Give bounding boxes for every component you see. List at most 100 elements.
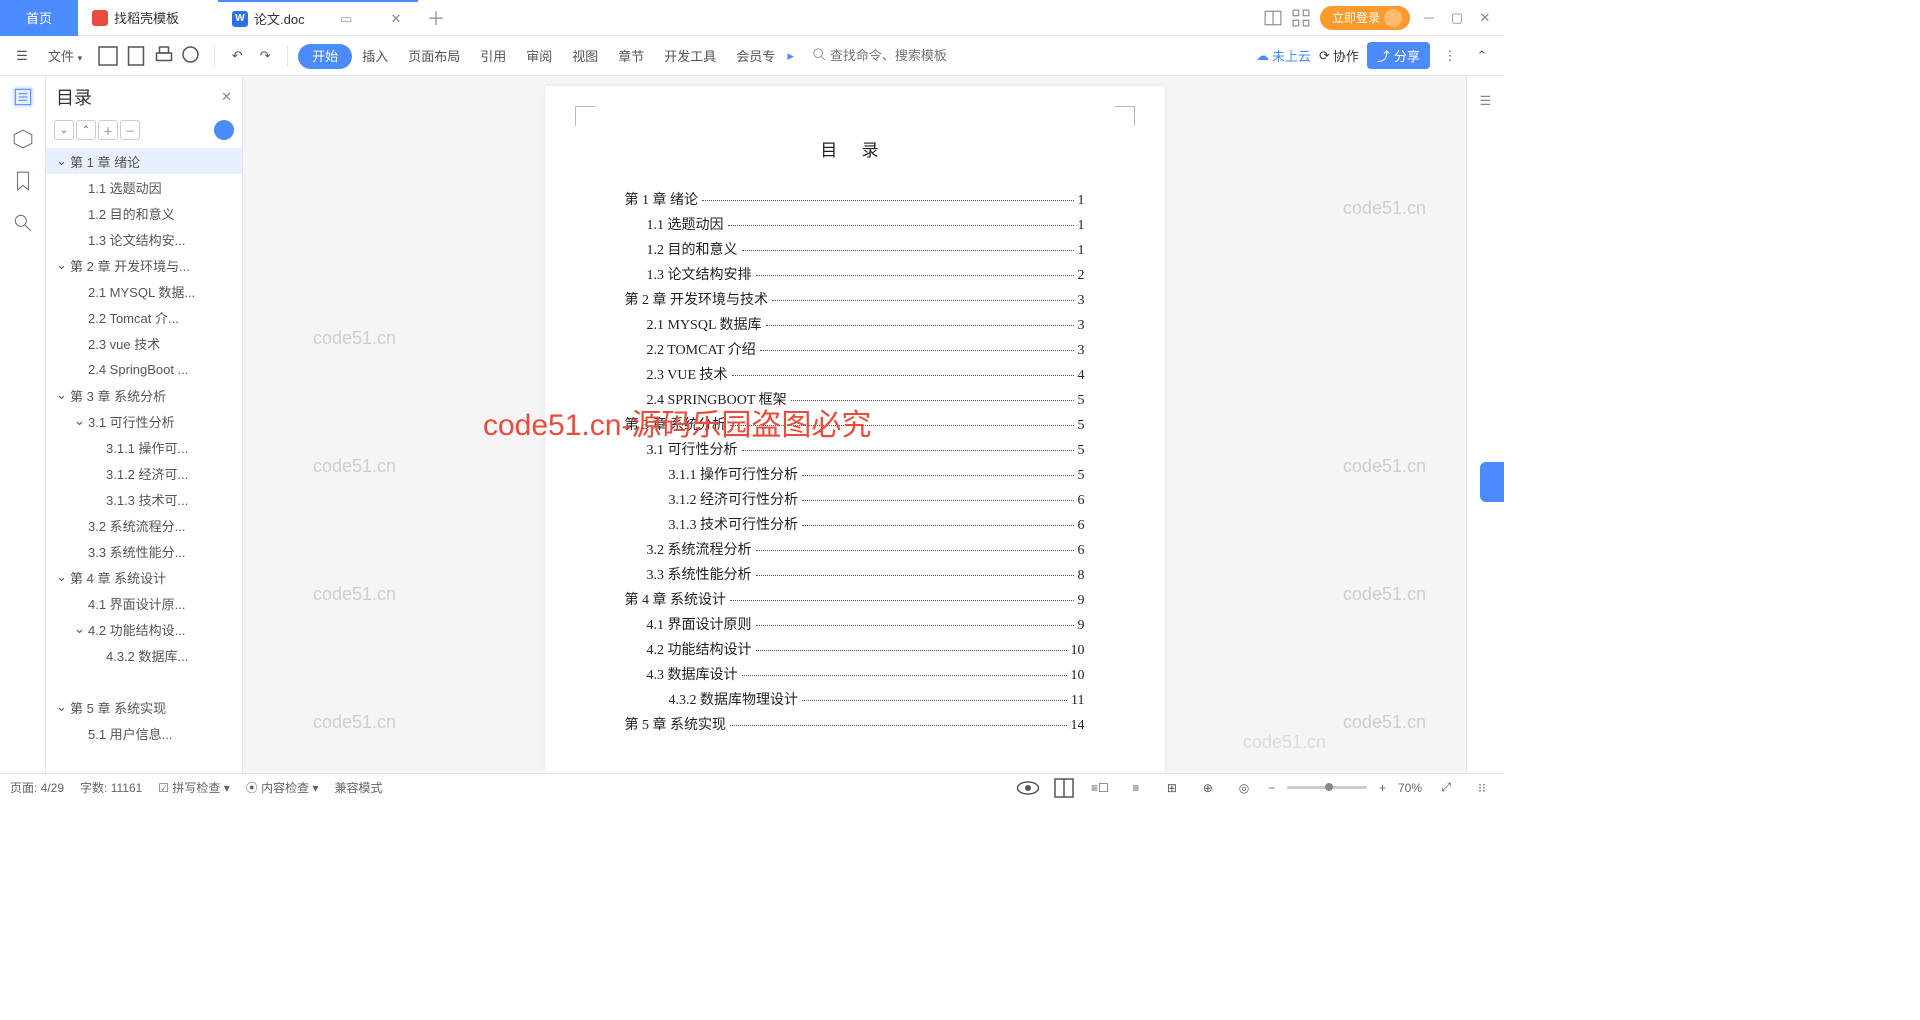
- tab-document[interactable]: W 论文.doc ▭ ✕: [218, 0, 418, 36]
- zoom-out-button[interactable]: −: [1268, 781, 1275, 795]
- outline-rail-icon[interactable]: [12, 86, 34, 108]
- close-icon[interactable]: ✕: [388, 11, 404, 27]
- word-count[interactable]: 字数: 11161: [80, 779, 142, 796]
- menu-会员专[interactable]: 会员专: [726, 43, 785, 70]
- outline-item[interactable]: ⌄第 3 章 系统分析: [46, 382, 242, 408]
- menu-视图[interactable]: 视图: [562, 43, 608, 70]
- zoom-slider[interactable]: [1287, 786, 1367, 789]
- expand-all-button[interactable]: ⌃: [76, 120, 96, 140]
- toc-row: 1.1 选题动因1: [625, 214, 1085, 234]
- toc-row: 3.1.3 技术可行性分析6: [625, 514, 1085, 534]
- document-canvas[interactable]: code51.cn code51.cn code51.cn code51.cn …: [243, 76, 1466, 773]
- add-tab-button[interactable]: ＋: [418, 0, 454, 36]
- menu-插入[interactable]: 插入: [352, 43, 398, 70]
- menu-开发工具[interactable]: 开发工具: [654, 43, 726, 70]
- panel-toggle-icon[interactable]: ☰: [1467, 76, 1504, 126]
- cloud-status[interactable]: ☁ 未上云: [1256, 46, 1311, 65]
- outline-item[interactable]: ⌄第 4 章 系统设计: [46, 564, 242, 590]
- bookmark-rail-icon[interactable]: [12, 170, 34, 192]
- preview-icon[interactable]: [180, 44, 204, 68]
- toc-row: 4.3 数据库设计10: [625, 664, 1085, 684]
- minimize-icon[interactable]: ─: [1420, 9, 1438, 27]
- document-page: 目 录 第 1 章 绪论11.1 选题动因11.2 目的和意义11.3 论文结构…: [545, 86, 1165, 773]
- outline-item[interactable]: 1.1 选题动因: [46, 174, 242, 200]
- eye-icon[interactable]: [1016, 776, 1040, 800]
- collab-button[interactable]: ⟳ 协作: [1319, 46, 1359, 65]
- page-indicator[interactable]: 页面: 4/29: [10, 779, 64, 796]
- sidebar-close-icon[interactable]: ✕: [221, 89, 232, 105]
- box-rail-icon[interactable]: [12, 128, 34, 150]
- outline-item[interactable]: 3.1.3 技术可...: [46, 486, 242, 512]
- login-button[interactable]: 立即登录: [1320, 6, 1410, 30]
- book-icon[interactable]: [1052, 776, 1076, 800]
- toc-row: 2.3 VUE 技术4: [625, 364, 1085, 384]
- target-icon[interactable]: ◎: [1232, 776, 1256, 800]
- apps-icon[interactable]: [1292, 9, 1310, 27]
- outline-item[interactable]: 3.3 系统性能分...: [46, 538, 242, 564]
- close-window-icon[interactable]: ✕: [1476, 9, 1494, 27]
- tab-monitor-icon[interactable]: ▭: [340, 11, 352, 27]
- toc-row: 2.4 SPRINGBOOT 框架5: [625, 389, 1085, 409]
- outline-item[interactable]: 4.3.2 数据库...: [46, 642, 242, 668]
- layout-icon[interactable]: [1264, 9, 1282, 27]
- compat-mode: 兼容模式: [334, 779, 382, 796]
- tab-home[interactable]: 首页: [0, 0, 78, 36]
- search-rail-icon[interactable]: [12, 212, 34, 234]
- outline-item[interactable]: 2.4 SpringBoot ...: [46, 356, 242, 382]
- outline-item[interactable]: ⌄4.2 功能结构设...: [46, 616, 242, 642]
- spellcheck-button[interactable]: ☑ 拼写检查 ▾: [158, 779, 229, 796]
- add-level-button[interactable]: ＋: [98, 120, 118, 140]
- collapse-icon[interactable]: ⌃: [1470, 44, 1494, 68]
- outline-item[interactable]: 2.2 Tomcat 介...: [46, 304, 242, 330]
- tab-label: 论文.doc: [254, 9, 305, 28]
- redo-icon[interactable]: ↷: [253, 44, 277, 68]
- paste-icon[interactable]: [124, 44, 148, 68]
- settings-icon[interactable]: ⁝⁝: [1470, 776, 1494, 800]
- sync-icon[interactable]: [214, 120, 234, 140]
- globe-icon[interactable]: ⊕: [1196, 776, 1220, 800]
- view-layout-icon[interactable]: ⊞: [1160, 776, 1184, 800]
- view-web-icon[interactable]: ≡: [1124, 776, 1148, 800]
- outline-item[interactable]: 3.1.2 经济可...: [46, 460, 242, 486]
- outline-item[interactable]: ⌄第 1 章 绪论: [46, 148, 242, 174]
- outline-item[interactable]: 2.1 MYSQL 数据...: [46, 278, 242, 304]
- avatar-icon: [1384, 9, 1402, 27]
- outline-item[interactable]: ⌄第 2 章 开发环境与...: [46, 252, 242, 278]
- content-check-button[interactable]: ⦿ 内容检查 ▾: [246, 779, 319, 796]
- search-input[interactable]: [830, 48, 960, 63]
- outline-item[interactable]: 4.1 界面设计原...: [46, 590, 242, 616]
- toc-row: 2.2 TOMCAT 介绍3: [625, 339, 1085, 359]
- menu-开始[interactable]: 开始: [298, 44, 352, 69]
- fullscreen-icon[interactable]: ⤢: [1434, 776, 1458, 800]
- save-icon[interactable]: [96, 44, 120, 68]
- print-icon[interactable]: [152, 44, 176, 68]
- outline-item[interactable]: 5.1 用户信息...: [46, 720, 242, 746]
- outline-item[interactable]: 1.2 目的和意义: [46, 200, 242, 226]
- menu-icon[interactable]: ☰: [10, 44, 34, 68]
- menu-页面布局[interactable]: 页面布局: [398, 43, 470, 70]
- file-menu[interactable]: 文件 ▾: [38, 40, 92, 71]
- outline-item[interactable]: ⌄第 5 章 系统实现: [46, 694, 242, 720]
- outline-item[interactable]: 2.3 vue 技术: [46, 330, 242, 356]
- zoom-level[interactable]: 70%: [1398, 781, 1422, 795]
- toc-row: 3.2 系统流程分析6: [625, 539, 1085, 559]
- outline-item[interactable]: ⌄3.1 可行性分析: [46, 408, 242, 434]
- outline-item[interactable]: 3.1.1 操作可...: [46, 434, 242, 460]
- share-button[interactable]: ⤴ 分享: [1367, 42, 1430, 69]
- maximize-icon[interactable]: ▢: [1448, 9, 1466, 27]
- more-icon[interactable]: ⋮: [1438, 44, 1462, 68]
- menu-引用[interactable]: 引用: [470, 43, 516, 70]
- remove-level-button[interactable]: －: [120, 120, 140, 140]
- doc-icon: W: [232, 11, 248, 27]
- menu-章节[interactable]: 章节: [608, 43, 654, 70]
- zoom-in-button[interactable]: +: [1379, 781, 1386, 795]
- view-page-icon[interactable]: ≡☐: [1088, 776, 1112, 800]
- side-feedback-tab[interactable]: [1480, 462, 1504, 502]
- search-box[interactable]: [812, 47, 960, 64]
- outline-item[interactable]: 3.2 系统流程分...: [46, 512, 242, 538]
- collapse-all-button[interactable]: ⌄: [54, 120, 74, 140]
- tab-template[interactable]: 找稻壳模板: [78, 0, 218, 36]
- undo-icon[interactable]: ↶: [225, 44, 249, 68]
- outline-item[interactable]: 1.3 论文结构安...: [46, 226, 242, 252]
- menu-审阅[interactable]: 审阅: [516, 43, 562, 70]
